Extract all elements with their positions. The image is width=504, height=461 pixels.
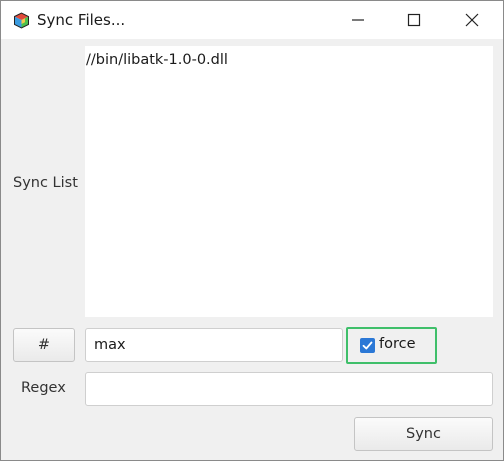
title-bar[interactable]: Sync Files...: [1, 1, 503, 39]
sync-list-box[interactable]: //bin/libatk-1.0-0.dll: [85, 46, 493, 317]
regex-input[interactable]: [85, 372, 493, 406]
force-checkbox[interactable]: [360, 338, 375, 353]
minimize-icon: [352, 19, 364, 21]
force-checkbox-label: force: [379, 336, 416, 352]
window-title: Sync Files...: [37, 11, 126, 29]
max-input[interactable]: max: [85, 328, 343, 362]
app-cube-icon: [13, 12, 30, 29]
maximize-button[interactable]: [385, 1, 443, 39]
close-icon: [465, 13, 479, 27]
regex-label: Regex: [21, 380, 66, 396]
minimize-button[interactable]: [329, 1, 387, 39]
sync-button[interactable]: Sync: [354, 417, 493, 451]
force-checkbox-container[interactable]: force: [346, 327, 437, 364]
sync-list-label: Sync List: [13, 175, 78, 191]
sync-files-window: Sync Files... Sync List //bin/libatk-1.0…: [0, 0, 504, 461]
maximize-icon: [407, 13, 421, 27]
sync-list-item[interactable]: //bin/libatk-1.0-0.dll: [86, 52, 228, 68]
close-button[interactable]: [443, 1, 501, 39]
checkmark-icon: [362, 341, 373, 350]
hash-button[interactable]: #: [13, 328, 75, 362]
